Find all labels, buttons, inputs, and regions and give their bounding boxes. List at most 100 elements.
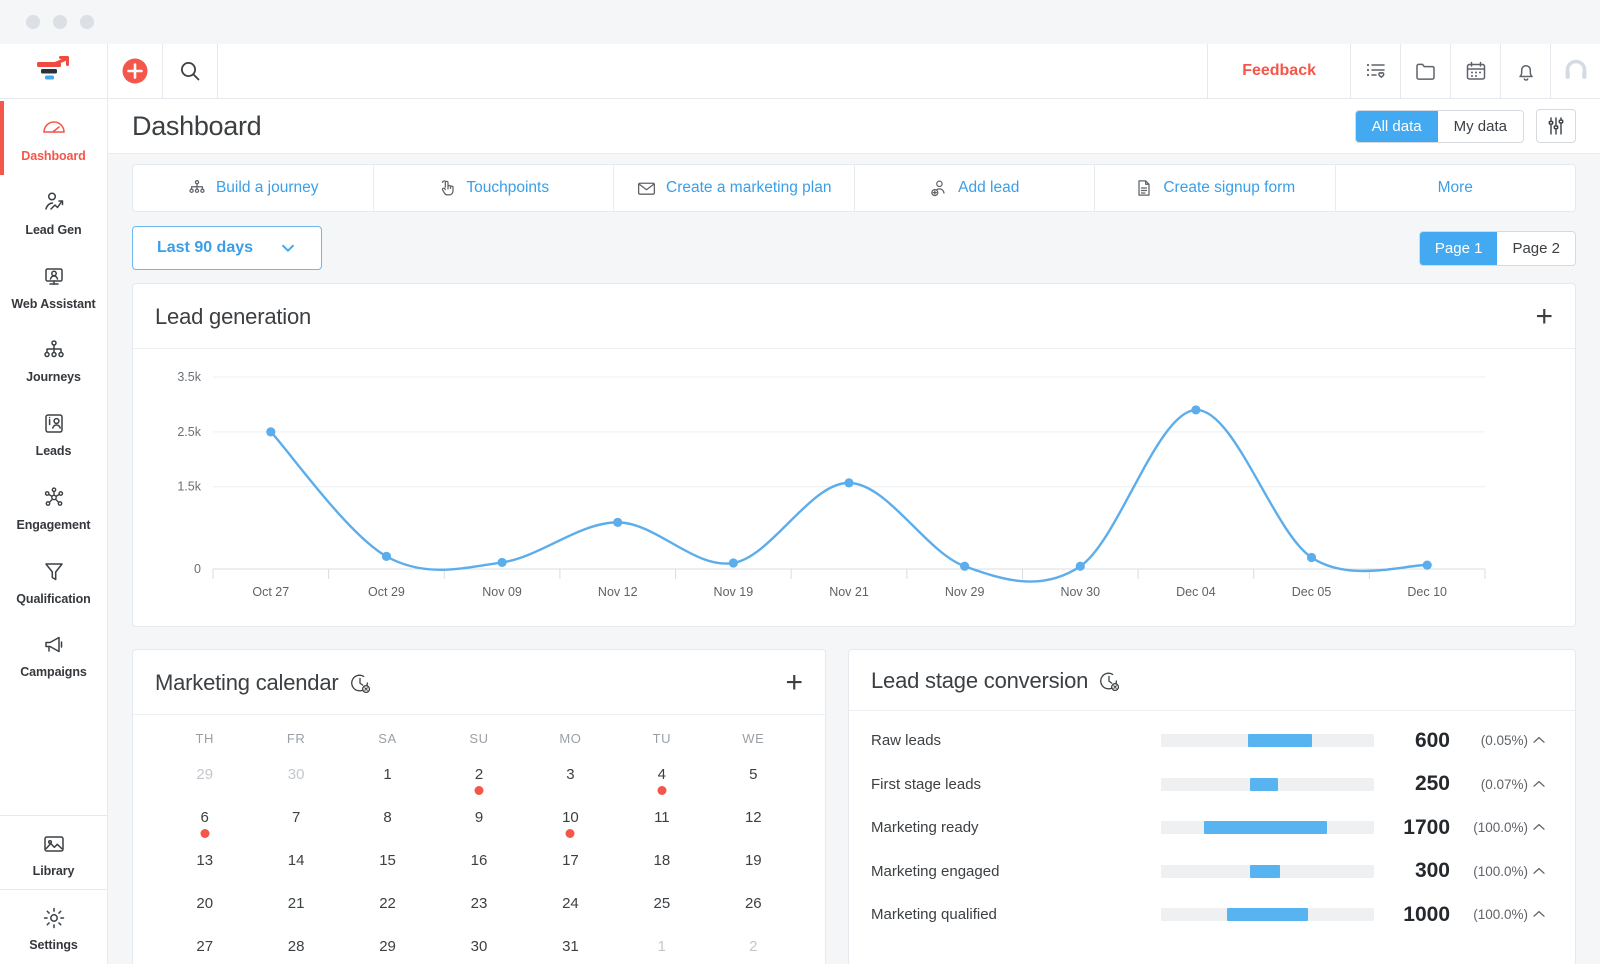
app-logo[interactable] <box>0 44 107 99</box>
calendar-day-cell[interactable]: 21 <box>250 887 341 930</box>
chart-data-point[interactable] <box>728 558 738 568</box>
calendar-day-cell[interactable]: 25 <box>616 887 707 930</box>
window-minimize-dot[interactable] <box>53 15 67 29</box>
calendar-day-cell[interactable]: 30 <box>250 758 341 801</box>
chart-data-point[interactable] <box>1075 561 1085 571</box>
calendar-day-number: 2 <box>749 938 758 955</box>
chart-data-point[interactable] <box>1422 560 1432 570</box>
calendar-day-cell[interactable]: 20 <box>159 887 250 930</box>
calendar-day-cell[interactable]: 28 <box>250 930 341 964</box>
calendar-day-cell[interactable]: 14 <box>250 844 341 887</box>
calendar-day-cell[interactable]: 7 <box>250 801 341 844</box>
calendar-day-cell[interactable]: 2 <box>433 758 524 801</box>
calendar-day-cell[interactable]: 13 <box>159 844 250 887</box>
calendar-day-cell[interactable]: 10 <box>525 801 616 844</box>
quick-action-build-a-journey[interactable]: Build a journey <box>133 165 374 211</box>
calendar-day-cell[interactable]: 5 <box>708 758 799 801</box>
quick-action-more[interactable]: More <box>1336 165 1576 211</box>
calendar-day-cell[interactable]: 19 <box>708 844 799 887</box>
calendar-day-cell[interactable]: 6 <box>159 801 250 844</box>
calendar-day-cell[interactable]: 18 <box>616 844 707 887</box>
calendar-day-cell[interactable]: 29 <box>159 758 250 801</box>
page-1-button[interactable]: Page 1 <box>1419 231 1498 265</box>
calendar-day-number: 3 <box>566 766 575 783</box>
calendar-day-cell[interactable]: 17 <box>525 844 616 887</box>
conversion-percent: (100.0%) <box>1473 907 1528 923</box>
calendar-day-cell[interactable]: 9 <box>433 801 524 844</box>
calendar-day-cell[interactable]: 24 <box>525 887 616 930</box>
calendar-icon <box>1466 61 1485 80</box>
calendar-day-cell[interactable]: 4 <box>616 758 707 801</box>
chart-data-point[interactable] <box>1191 405 1201 415</box>
support-avatar[interactable] <box>1550 44 1600 98</box>
sidebar-item-engagement[interactable]: Engagement <box>0 470 107 544</box>
sidebar-item-web-assistant[interactable]: Web Assistant <box>0 249 107 323</box>
chart-data-point[interactable] <box>266 427 276 437</box>
quick-actions-bar: Build a journey Touchpoints Create a mar… <box>132 164 1576 212</box>
chart-data-point[interactable] <box>844 478 854 488</box>
lead-generation-add-button[interactable]: + <box>1535 302 1553 332</box>
window-maximize-dot[interactable] <box>80 15 94 29</box>
sidebar-item-campaigns[interactable]: Campaigns <box>0 617 107 691</box>
notifications-button[interactable] <box>1500 44 1550 98</box>
chart-data-point[interactable] <box>613 517 623 527</box>
chart-data-point[interactable] <box>1306 552 1317 563</box>
calendar-day-cell[interactable]: 29 <box>342 930 433 964</box>
sidebar-item-leads[interactable]: Leads <box>0 396 107 470</box>
calendar-day-cell[interactable]: 2 <box>708 930 799 964</box>
calendar-day-cell[interactable]: 11 <box>616 801 707 844</box>
sidebar-item-journeys[interactable]: Journeys <box>0 322 107 396</box>
calendar-day-number: 21 <box>287 895 305 912</box>
dashboard-settings-button[interactable] <box>1536 109 1576 143</box>
calendar-day-number: 17 <box>562 852 579 869</box>
marketing-calendar-add-button[interactable]: + <box>785 668 803 698</box>
calendar-day-cell[interactable]: 26 <box>708 887 799 930</box>
calendar-day-cell[interactable]: 12 <box>708 801 799 844</box>
calendar-button[interactable] <box>1450 44 1500 98</box>
funnel-arrow-logo-icon <box>36 56 69 80</box>
calendar-day-cell[interactable]: 27 <box>159 930 250 964</box>
lead-stage-conversion-card: Lead stage conversion Raw leads 600 (0.05%… <box>848 649 1576 964</box>
calendar-day-cell[interactable]: 8 <box>342 801 433 844</box>
calendar-day-cell[interactable]: 1 <box>342 758 433 801</box>
sidebar-item-label: Dashboard <box>21 149 86 163</box>
quick-action-add-lead[interactable]: Add lead <box>855 165 1095 211</box>
calendar-day-cell[interactable]: 22 <box>342 887 433 930</box>
add-button[interactable] <box>108 44 163 98</box>
sidebar-item-dashboard[interactable]: Dashboard <box>0 101 107 175</box>
sidebar-item-lead-gen[interactable]: Lead Gen <box>0 175 107 249</box>
calendar-day-cell[interactable]: 30 <box>433 930 524 964</box>
sidebar-item-library[interactable]: Library <box>0 816 107 890</box>
page-2-button[interactable]: Page 2 <box>1497 232 1575 265</box>
calendar-day-number: 10 <box>562 809 579 826</box>
files-button[interactable] <box>1400 44 1450 98</box>
chart-y-tick-label: 2.5k <box>177 425 201 439</box>
search-button[interactable] <box>163 44 218 98</box>
my-data-button[interactable]: My data <box>1437 110 1523 142</box>
saved-lists-button[interactable] <box>1350 44 1400 98</box>
conversion-value: 300 <box>1414 859 1450 883</box>
sidebar-item-qualification[interactable]: Qualification <box>0 544 107 618</box>
chart-data-point[interactable] <box>381 551 392 561</box>
sidebar-item-settings[interactable]: Settings <box>0 889 107 964</box>
data-scope-toggle: All data My data <box>1354 109 1524 143</box>
calendar-day-cell[interactable]: 23 <box>433 887 524 930</box>
chart-data-point[interactable] <box>497 557 507 568</box>
window-close-dot[interactable] <box>26 15 40 29</box>
chart-data-point[interactable] <box>960 561 970 571</box>
calendar-day-number: 11 <box>654 809 670 826</box>
calendar-event-dot <box>200 829 210 838</box>
date-range-dropdown[interactable]: Last 90 days <box>132 226 322 270</box>
calendar-day-cell[interactable]: 1 <box>616 930 707 964</box>
sliders-icon <box>1548 117 1564 135</box>
quick-action-create-signup-form[interactable]: Create signup form <box>1095 165 1336 211</box>
calendar-day-cell[interactable]: 31 <box>525 930 616 964</box>
quick-action-create-a-marketing-plan[interactable]: Create a marketing plan <box>614 165 855 211</box>
calendar-day-cell[interactable]: 15 <box>342 844 433 887</box>
quick-action-touchpoints[interactable]: Touchpoints <box>374 165 614 211</box>
calendar-day-cell[interactable]: 16 <box>433 844 524 887</box>
feedback-button[interactable]: Feedback <box>1207 44 1350 98</box>
conversion-stage-label: First stage leads <box>871 775 982 793</box>
all-data-button[interactable]: All data <box>1355 110 1438 142</box>
calendar-day-cell[interactable]: 3 <box>525 758 616 801</box>
